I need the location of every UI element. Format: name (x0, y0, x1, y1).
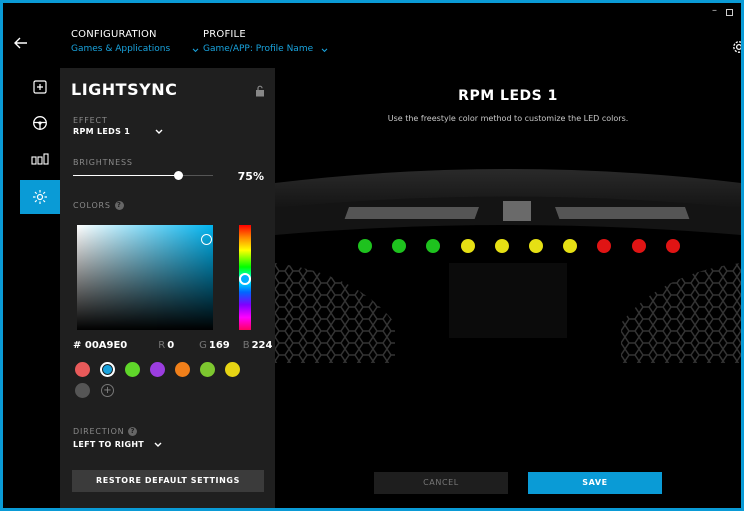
rpm-led[interactable] (631, 239, 646, 253)
r-input[interactable]: 0 (167, 340, 174, 351)
gear-icon[interactable] (731, 39, 741, 55)
direction-label: DIRECTION? (73, 427, 138, 436)
lightsync-icon (33, 190, 47, 204)
lightsync-panel: LIGHTSYNC EFFECT RPM LEDS 1 BRIGHTNESS 7… (60, 68, 275, 508)
rail-item-pedals[interactable] (20, 142, 60, 176)
rpm-led[interactable] (529, 239, 543, 253)
b-label: B (242, 340, 250, 351)
minimize-button[interactable]: – (712, 5, 717, 16)
effect-label: EFFECT (73, 116, 108, 125)
wheel-preview-image (275, 169, 741, 363)
sidebar-rail (20, 68, 60, 508)
color-swatch[interactable] (150, 362, 165, 377)
maximize-button[interactable] (726, 9, 733, 16)
brightness-value: 75% (237, 170, 264, 183)
rail-item-wheel[interactable] (20, 106, 60, 140)
color-swatch[interactable] (75, 362, 90, 377)
brightness-slider-track[interactable] (73, 175, 178, 176)
color-picker-cursor[interactable] (201, 234, 212, 245)
direction-value: LEFT TO RIGHT (73, 440, 145, 449)
colors-label: COLORS? (73, 201, 124, 210)
rpm-led[interactable] (494, 239, 509, 253)
brightness-slider-rest (178, 175, 213, 176)
profile-dropdown[interactable]: Game/APP: Profile Name (203, 44, 313, 54)
effect-value: RPM LEDS 1 (73, 127, 131, 136)
restore-defaults-button[interactable]: RESTORE DEFAULT SETTINGS (72, 470, 264, 492)
chevron-down-icon (321, 48, 328, 53)
configuration-dropdown[interactable]: Games & Applications (71, 44, 170, 54)
color-swatch[interactable] (175, 362, 190, 377)
pedals-icon (31, 153, 49, 165)
color-swatch[interactable] (125, 362, 140, 377)
plus-square-icon (33, 80, 47, 94)
hex-input[interactable]: # 00A9E0 (73, 340, 127, 351)
rail-item-lightsync[interactable] (20, 180, 60, 214)
profile-value: Game/APP: Profile Name (203, 44, 314, 54)
color-values-row: # 00A9E0 R0 G 169 B 224 (73, 340, 272, 351)
direction-label-text: DIRECTION (73, 427, 125, 436)
page-subtitle: Use the freestyle color method to custom… (387, 114, 629, 123)
effect-dropdown[interactable]: RPM LEDS 1 (73, 127, 130, 136)
rpm-led[interactable] (665, 239, 680, 253)
help-icon[interactable]: ? (128, 427, 138, 436)
steering-wheel-icon (33, 116, 47, 130)
chevron-down-icon (192, 48, 199, 53)
configuration-value: Games & Applications (71, 44, 171, 54)
color-swatch[interactable] (225, 362, 240, 377)
panel-title: LIGHTSYNC (71, 80, 178, 99)
hue-slider-handle[interactable] (239, 273, 251, 285)
b-input[interactable]: 224 (252, 340, 273, 351)
save-button[interactable]: SAVE (528, 472, 662, 494)
app-window: – CONFIGURATION Games & Applications PRO… (3, 3, 741, 508)
colors-label-text: COLORS (73, 201, 111, 210)
g-input[interactable]: 169 (209, 340, 230, 351)
configuration-label: CONFIGURATION (71, 29, 157, 40)
chevron-down-icon (154, 442, 162, 447)
brightness-slider-handle[interactable] (173, 171, 183, 180)
page-title: RPM LEDS 1 (458, 88, 558, 104)
profile-label: PROFILE (203, 29, 246, 40)
color-swatch[interactable] (200, 362, 215, 377)
color-picker-area[interactable] (77, 225, 213, 330)
unlock-icon[interactable] (255, 85, 265, 97)
g-label: G (199, 340, 207, 351)
rpm-led[interactable] (460, 239, 475, 253)
cancel-button[interactable]: CANCEL (374, 472, 508, 494)
rpm-led[interactable] (358, 239, 372, 253)
r-label: R (158, 340, 166, 351)
rail-item-assignments[interactable] (20, 70, 60, 104)
color-swatch[interactable] (75, 383, 90, 398)
chevron-down-icon (155, 129, 163, 134)
brightness-label: BRIGHTNESS (73, 158, 133, 167)
help-icon[interactable]: ? (114, 201, 124, 210)
add-swatch-button[interactable]: + (101, 384, 114, 397)
direction-dropdown[interactable]: LEFT TO RIGHT (73, 440, 144, 449)
back-arrow-icon[interactable] (13, 35, 29, 51)
color-swatch[interactable] (100, 362, 115, 377)
